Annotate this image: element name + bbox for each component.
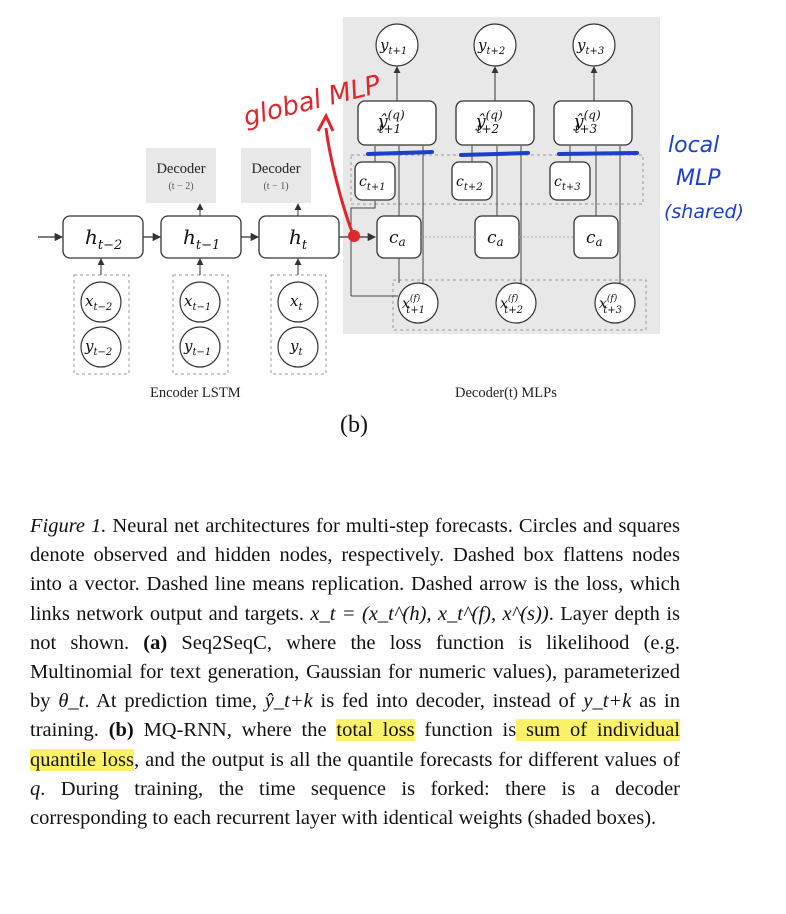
target-label-1: yt+1 — [379, 36, 407, 57]
hidden-label-t-1: ht−1 — [183, 225, 220, 253]
hidden-label-t: ht — [289, 225, 308, 253]
decoder-mlps-label: Decoder(t) MLPs — [455, 385, 557, 401]
context-label-2: ct+2 — [456, 174, 483, 193]
caption-highlight-total-loss: total loss — [336, 719, 415, 742]
caption-ytk: y_t+k — [583, 690, 632, 713]
local-mlp-annotation-line3: (shared) — [664, 201, 744, 223]
input-y-label-2: yt−1 — [183, 337, 211, 358]
figure-caption: Figure 1. Neural net architectures for m… — [30, 512, 681, 833]
figure-diagram: Decoder (t − 2) Decoder (t − 1) ht−2 ht−… — [0, 0, 786, 460]
future-input-label-3: x(f) t+3 — [599, 293, 622, 316]
quantile-output-label-1: ŷ(q) t+1 — [377, 108, 405, 136]
diagram-text-layer: ht−2 ht−1 ht xt−2 yt−2 xt−1 yt−1 xt yt c… — [84, 36, 744, 358]
ca-label-2: ca — [487, 228, 504, 249]
input-y-label-3: yt — [289, 337, 303, 358]
caption-part10: . During training, the time sequence is … — [30, 777, 680, 830]
hidden-label-t-2: ht−2 — [85, 225, 122, 253]
input-x-label-3: xt — [290, 292, 303, 313]
target-label-2: yt+2 — [477, 36, 505, 57]
global-mlp-annotation: global MLP — [240, 70, 384, 133]
caption-yhat: ŷ_t+k — [264, 690, 313, 713]
encoder-label: Encoder LSTM — [150, 385, 241, 401]
local-mlp-annotation-line1: local — [668, 133, 719, 158]
ca-label-1: ca — [389, 228, 406, 249]
future-input-label-1: x(f) t+1 — [402, 293, 425, 316]
caption-b-label: (b) — [108, 719, 134, 742]
ca-label-3: ca — [586, 228, 603, 249]
figure-reference: Figure 1. — [30, 515, 107, 537]
caption-theta: θ_t — [58, 690, 85, 713]
local-mlp-annotation-line2: MLP — [676, 166, 721, 191]
panel-label: (b) — [340, 412, 368, 438]
quantile-output-label-2: ŷ(q) t+2 — [475, 108, 503, 136]
input-x-label-1: xt−2 — [85, 292, 112, 313]
caption-q: q — [30, 777, 41, 800]
quantile-output-label-3: ŷ(q) t+3 — [573, 108, 601, 136]
context-label-1: ct+1 — [359, 174, 386, 193]
caption-part8: function is — [414, 719, 517, 742]
caption-part4: . At prediction time, — [84, 690, 265, 713]
caption-part9: , and the output is all the quantile for… — [133, 748, 681, 771]
context-label-3: ct+3 — [554, 174, 581, 193]
caption-a-label: (a) — [143, 631, 168, 654]
caption-equation: x_t = (x_t^(h), x_t^(f), x^(s)) — [310, 602, 549, 625]
input-x-label-2: xt−1 — [184, 292, 211, 313]
target-label-3: yt+3 — [576, 36, 604, 57]
input-y-label-1: yt−2 — [84, 337, 112, 358]
caption-part5: is fed into decoder, instead of — [312, 690, 584, 713]
caption-part7: MQ-RNN, where the — [133, 719, 337, 742]
future-input-label-2: x(f) t+2 — [500, 293, 523, 316]
